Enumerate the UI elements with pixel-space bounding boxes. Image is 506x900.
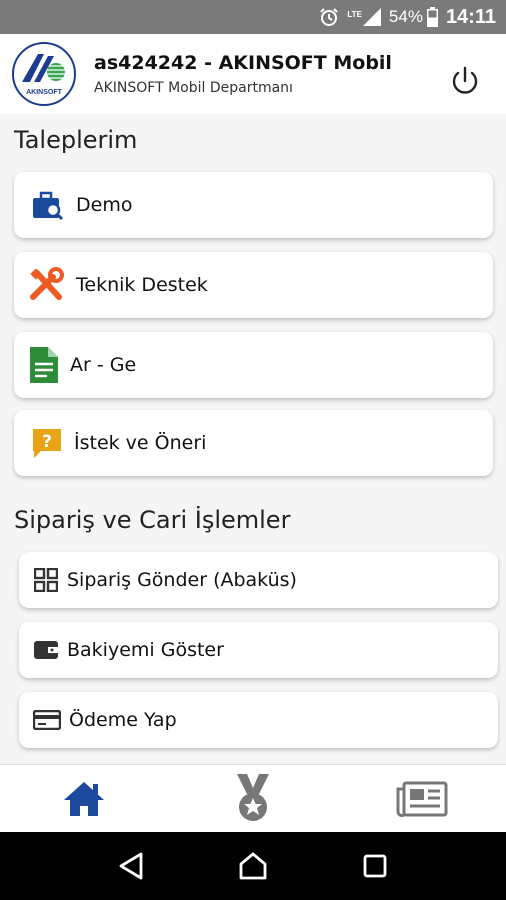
request-item-label: Demo xyxy=(76,194,133,216)
power-button[interactable] xyxy=(448,64,482,98)
order-send-button[interactable]: Sipariş Gönder (Abaküs) xyxy=(19,552,498,608)
request-item-istek-oneri[interactable]: ? İstek ve Öneri xyxy=(14,410,493,476)
bottom-navigation xyxy=(0,764,506,832)
svg-text:?: ? xyxy=(42,432,52,452)
order-item-label: Sipariş Gönder (Abaküs) xyxy=(67,569,297,591)
request-item-teknik-destek[interactable]: Teknik Destek xyxy=(14,252,493,318)
status-bar: LTE 54% 14:11 xyxy=(0,0,506,34)
show-balance-button[interactable]: Bakiyemi Göster xyxy=(19,622,498,678)
recents-icon xyxy=(363,854,387,878)
nav-home[interactable] xyxy=(54,769,114,829)
signal-icon: LTE xyxy=(347,8,381,26)
request-item-label: Teknik Destek xyxy=(76,274,208,296)
grid-icon xyxy=(33,568,59,592)
user-title: as424242 - AKINSOFT Mobil xyxy=(94,52,392,74)
request-item-ar-ge[interactable]: Ar - Ge xyxy=(14,332,493,398)
tools-icon xyxy=(28,267,66,303)
department-subtitle: AKINSOFT Mobil Departmanı xyxy=(94,80,293,96)
akinsoft-logo: AKINSOFT xyxy=(12,42,76,106)
system-back-button[interactable] xyxy=(109,844,153,888)
home-icon xyxy=(64,781,105,816)
credit-card-icon xyxy=(33,710,61,730)
app-header: AKINSOFT as424242 - AKINSOFT Mobil AKINS… xyxy=(0,34,506,114)
nav-news[interactable] xyxy=(392,769,452,829)
wallet-icon xyxy=(33,639,59,661)
request-item-demo[interactable]: Demo xyxy=(14,172,493,238)
order-item-label: Ödeme Yap xyxy=(69,709,177,731)
section-title-siparis: Sipariş ve Cari İşlemler xyxy=(14,506,291,534)
question-chat-icon: ? xyxy=(30,427,64,459)
logo-text: AKINSOFT xyxy=(26,89,62,96)
home-outline-icon xyxy=(239,852,267,880)
battery-percent: 54% xyxy=(388,7,423,26)
system-recents-button[interactable] xyxy=(353,844,397,888)
section-title-taleplerim: Taleplerim xyxy=(14,126,138,154)
order-item-label: Bakiyemi Göster xyxy=(67,639,224,661)
document-icon xyxy=(28,347,60,383)
make-payment-button[interactable]: Ödeme Yap xyxy=(19,692,498,748)
power-icon xyxy=(452,66,478,94)
briefcase-search-icon xyxy=(30,190,66,220)
alarm-icon xyxy=(319,7,339,27)
newspaper-icon xyxy=(396,781,448,817)
battery-icon xyxy=(426,7,438,27)
medal-icon xyxy=(236,773,269,821)
network-label: LTE xyxy=(347,10,362,19)
nav-rewards[interactable] xyxy=(223,769,283,829)
back-icon xyxy=(119,852,143,880)
request-item-label: İstek ve Öneri xyxy=(74,432,207,454)
system-home-button[interactable] xyxy=(231,844,275,888)
system-navigation-bar xyxy=(0,832,506,900)
clock: 14:11 xyxy=(445,5,496,28)
request-item-label: Ar - Ge xyxy=(70,354,137,376)
